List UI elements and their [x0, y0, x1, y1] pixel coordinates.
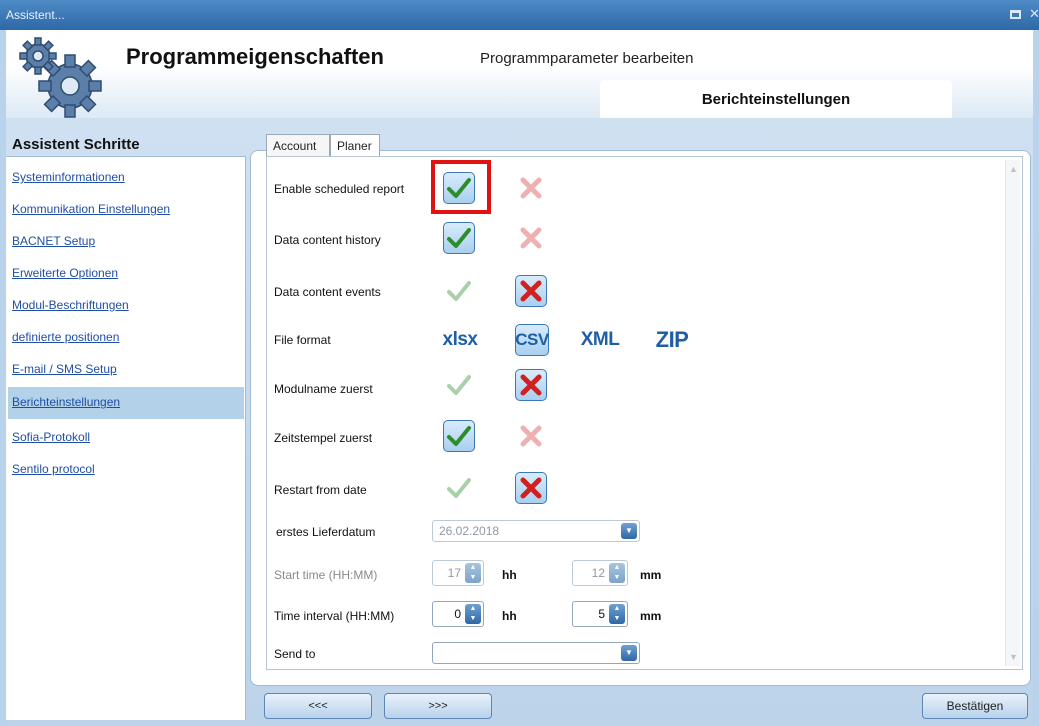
vertical-scrollbar[interactable]: ▲ ▼ [1005, 160, 1020, 666]
data-content-history-no-button[interactable] [515, 222, 547, 254]
step-sofia-protokoll[interactable]: Sofia-Protokoll [8, 427, 244, 461]
window-title: Assistent... [6, 8, 65, 22]
file-format-label: File format [274, 333, 331, 347]
step-berichteinstellungen[interactable]: Berichteinstellungen [8, 387, 244, 419]
start-time-hh-unit: hh [502, 568, 517, 582]
cross-icon [520, 477, 542, 499]
step-erweiterte-optionen[interactable]: Erweiterte Optionen [8, 263, 244, 297]
format-xml-button[interactable]: XML [580, 320, 620, 360]
restart-from-date-yes-button[interactable] [443, 472, 475, 504]
check-icon [447, 228, 471, 248]
check-icon [447, 375, 471, 395]
format-xlsx-button[interactable]: xlsx [440, 320, 480, 360]
spinner-arrows-icon: ▲ ▼ [465, 563, 481, 583]
previous-button[interactable]: <<< [264, 693, 372, 719]
spinner-arrows-icon: ▲ ▼ [609, 604, 625, 624]
step-sentilo-protocol[interactable]: Sentilo protocol [8, 459, 244, 493]
data-content-events-yes-button[interactable] [443, 275, 475, 307]
step-systeminformationen[interactable]: Systeminformationen [8, 167, 244, 201]
highlight-box [431, 160, 491, 214]
page-title: Programmeigenschaften [126, 44, 384, 69]
spinner-arrows-icon: ▲ ▼ [465, 604, 481, 624]
time-interval-mm-unit: mm [640, 609, 662, 623]
first-delivery-date-picker[interactable]: 26.02.2018 ▼ [432, 520, 640, 542]
maximize-icon[interactable] [1010, 10, 1021, 19]
dropdown-arrow-icon: ▼ [621, 523, 637, 539]
data-content-events-no-button[interactable] [515, 275, 547, 307]
modulname-zuerst-label: Modulname zuerst [274, 382, 373, 396]
confirm-button[interactable]: Bestätigen [922, 693, 1028, 719]
start-time-minutes-input[interactable]: 12 ▲ ▼ [572, 560, 628, 586]
data-content-history-label: Data content history [274, 233, 381, 247]
spinner-arrows-icon: ▲ ▼ [609, 563, 625, 583]
enable-scheduled-report-label: Enable scheduled report [274, 182, 405, 196]
enable-scheduled-report-no-button[interactable] [515, 172, 547, 204]
restart-from-date-label: Restart from date [274, 483, 367, 497]
wizard-steps-title: Assistent Schritte [12, 136, 140, 153]
zeitstempel-zuerst-label: Zeitstempel zuerst [274, 431, 373, 445]
scroll-up-icon[interactable]: ▲ [1009, 164, 1018, 174]
time-interval-hours-input[interactable]: 0 ▲ ▼ [432, 601, 484, 627]
section-tab: Berichteinstellungen [600, 80, 952, 118]
send-to-label: Send to [274, 647, 316, 661]
data-content-history-yes-button[interactable] [443, 222, 475, 254]
send-to-select[interactable]: ▼ [432, 642, 640, 664]
cross-icon [520, 177, 542, 199]
close-icon[interactable]: ✕ [1029, 6, 1039, 22]
scroll-down-icon[interactable]: ▼ [1009, 652, 1018, 662]
wizard-steps-list: Systeminformationen Kommunikation Einste… [6, 156, 246, 720]
cross-icon [520, 425, 542, 447]
time-interval-minutes-value: 5 [598, 607, 605, 621]
start-time-minutes-value: 12 [591, 566, 605, 580]
first-delivery-date-label: erstes Lieferdatum [276, 525, 376, 539]
gears-icon [12, 34, 108, 120]
modulname-zuerst-no-button[interactable] [515, 369, 547, 401]
start-time-label: Start time (HH:MM) [274, 568, 378, 582]
step-kommunikation-einstellungen[interactable]: Kommunikation Einstellungen [8, 199, 244, 233]
step-bacnet-setup[interactable]: BACNET Setup [8, 231, 244, 265]
page-subtitle: Programmparameter bearbeiten [480, 50, 694, 67]
check-icon [447, 426, 471, 446]
start-time-hours-value: 17 [447, 566, 461, 580]
check-icon [447, 281, 471, 301]
title-bar: Assistent... [0, 0, 1039, 30]
dropdown-arrow-icon: ▼ [621, 645, 637, 661]
format-zip-button[interactable]: ZIP [652, 320, 692, 360]
cross-icon [520, 374, 542, 396]
first-delivery-date-value: 26.02.2018 [439, 524, 500, 538]
zeitstempel-zuerst-no-button[interactable] [515, 420, 547, 452]
start-time-hours-input[interactable]: 17 ▲ ▼ [432, 560, 484, 586]
tab-planer[interactable]: Planer [330, 134, 380, 158]
data-content-events-label: Data content events [274, 285, 381, 299]
restart-from-date-no-button[interactable] [515, 472, 547, 504]
tab-account[interactable]: Account [266, 134, 330, 156]
next-button[interactable]: >>> [384, 693, 492, 719]
check-icon [447, 478, 471, 498]
zeitstempel-zuerst-yes-button[interactable] [443, 420, 475, 452]
modulname-zuerst-yes-button[interactable] [443, 369, 475, 401]
start-time-mm-unit: mm [640, 568, 662, 582]
cross-icon [520, 227, 542, 249]
format-csv-button[interactable]: CSV [515, 324, 549, 356]
step-definierte-positionen[interactable]: definierte positionen [8, 327, 244, 361]
time-interval-label: Time interval (HH:MM) [274, 609, 395, 623]
time-interval-hours-value: 0 [454, 607, 461, 621]
time-interval-minutes-input[interactable]: 5 ▲ ▼ [572, 601, 628, 627]
time-interval-hh-unit: hh [502, 609, 517, 623]
cross-icon [520, 280, 542, 302]
step-modul-beschriftungen[interactable]: Modul-Beschriftungen [8, 295, 244, 329]
